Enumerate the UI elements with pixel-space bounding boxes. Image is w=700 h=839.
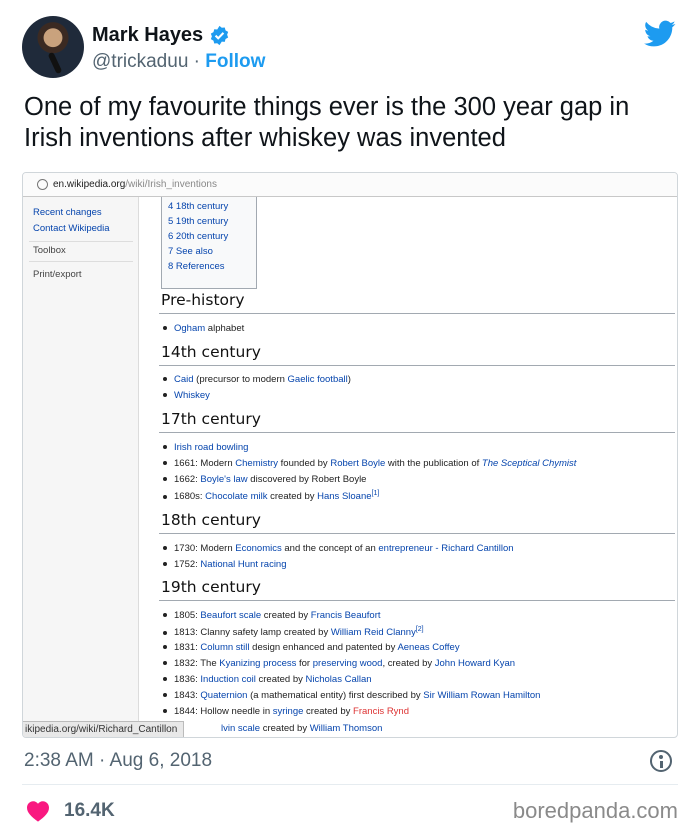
section-heading-17th: 17th century (161, 410, 261, 428)
like-count[interactable]: 16.4K (64, 800, 115, 822)
twitter-bird-icon[interactable] (644, 20, 676, 48)
sidebar-item-recent-changes: Recent changes (33, 207, 102, 218)
status-bar-url: ikipedia.org/wiki/Richard_Cantillon (23, 721, 185, 737)
globe-icon (37, 179, 48, 190)
separator-dot: · (193, 51, 200, 72)
browser-url-bar: en.wikipedia.org/wiki/Irish_inventions (23, 173, 677, 197)
wiki-sidebar: Recent changes Contact Wikipedia Toolbox… (23, 197, 139, 737)
verified-badge-icon (211, 25, 229, 46)
section-heading-19th: 19th century (161, 578, 261, 596)
heart-icon[interactable] (26, 800, 50, 822)
avatar[interactable] (22, 16, 84, 78)
list-item: Caid (precursor to modern Gaelic footbal… (163, 374, 351, 385)
list-item: 1813: Clanny safety lamp created by Will… (163, 626, 424, 638)
list-item: 1832: The Kyanizing process for preservi… (163, 658, 515, 669)
tweet-text: One of my favourite things ever is the 3… (24, 93, 630, 152)
toc-item: 4 18th century (168, 201, 229, 212)
list-item: Irish road bowling (163, 442, 248, 453)
table-of-contents: 4 18th century 5 19th century 6 20th cen… (161, 197, 257, 289)
toc-item: 6 20th century (168, 231, 229, 242)
source-watermark: boredpanda.com (512, 798, 678, 823)
list-item: 1836: Induction coil created by Nicholas… (163, 674, 372, 685)
list-item: lvin scale created by William Thomson (221, 723, 383, 734)
toc-item: 7 See also (168, 246, 213, 257)
toc-item: 8 References (168, 261, 225, 272)
sidebar-item-toolbox: Toolbox (33, 245, 66, 256)
list-item: 1680s: Chocolate milk created by Hans Sl… (163, 490, 379, 502)
section-heading-14th: 14th century (161, 343, 261, 361)
author-handle[interactable]: @trickaduu (92, 51, 188, 72)
section-heading-prehistory: Pre-history (161, 291, 245, 309)
list-item: 1752: National Hunt racing (163, 559, 287, 570)
sidebar-item-print: Print/export (33, 269, 82, 280)
follow-button[interactable]: Follow (205, 51, 265, 72)
list-item: 1831: Column still design enhanced and p… (163, 642, 460, 653)
timestamp[interactable]: 2:38 AM · Aug 6, 2018 (24, 750, 212, 772)
list-item: Whiskey (163, 390, 210, 401)
handle-row: @trickaduu · Follow (92, 51, 265, 73)
list-item: 1662: Boyle's law discovered by Robert B… (163, 474, 366, 485)
author-name[interactable]: Mark Hayes (92, 24, 203, 47)
info-icon[interactable] (650, 750, 672, 772)
list-item: Ogham alphabet (163, 323, 244, 334)
url-text: en.wikipedia.org/wiki/Irish_inventions (53, 179, 217, 190)
list-item: 1661: Modern Chemistry founded by Robert… (163, 458, 576, 469)
list-item: 1843: Quaternion (a mathematical entity)… (163, 690, 540, 701)
embedded-screenshot[interactable]: en.wikipedia.org/wiki/Irish_inventions R… (22, 172, 678, 738)
list-item: 1844: Hollow needle in syringe created b… (163, 706, 409, 717)
microphone-shape (47, 51, 63, 75)
divider (22, 784, 678, 785)
sidebar-item-contact: Contact Wikipedia (33, 223, 110, 234)
list-item: 1805: Beaufort scale created by Francis … (163, 610, 381, 621)
list-item: 1730: Modern Economics and the concept o… (163, 543, 514, 554)
author-name-row: Mark Hayes (92, 24, 230, 47)
section-heading-18th: 18th century (161, 511, 261, 529)
toc-item: 5 19th century (168, 216, 229, 227)
